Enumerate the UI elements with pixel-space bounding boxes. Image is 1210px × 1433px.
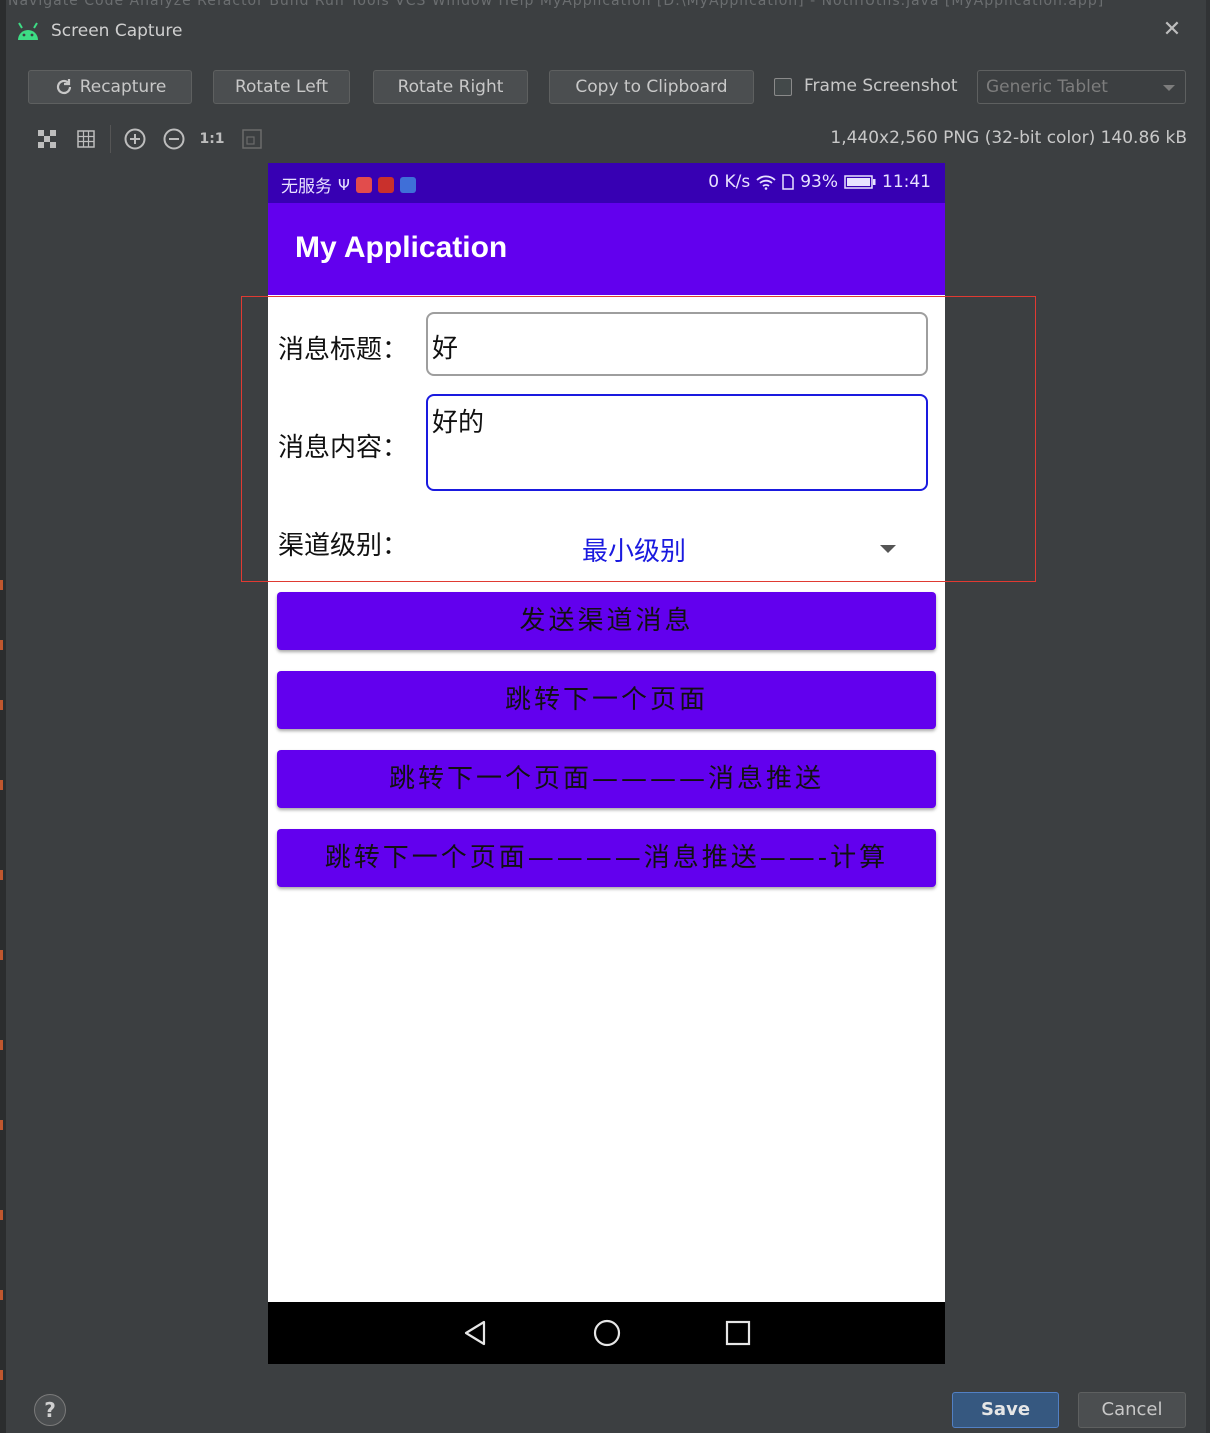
device-select-value: Generic Tablet <box>986 77 1108 97</box>
dialog-titlebar: Screen Capture ✕ <box>6 8 1206 58</box>
actual-size-label: 1:1 <box>199 131 225 147</box>
network-speed: 0 K/s <box>708 172 751 192</box>
next-page-button[interactable]: 跳转下一个页面 <box>277 671 936 729</box>
battery-icon <box>844 175 876 189</box>
rotate-right-button[interactable]: Rotate Right <box>373 70 528 104</box>
battery-percent: 93% <box>800 172 838 192</box>
save-label: Save <box>980 1399 1031 1420</box>
home-icon[interactable] <box>592 1318 622 1348</box>
recents-icon[interactable] <box>723 1318 753 1348</box>
next-page-push-button[interactable]: 跳转下一个页面————消息推送 <box>277 750 936 808</box>
usb-icon: Ψ <box>338 175 350 194</box>
dialog-title: Screen Capture <box>51 21 183 41</box>
device-select[interactable]: Generic Tablet <box>977 70 1186 104</box>
cancel-button[interactable]: Cancel <box>1078 1392 1186 1428</box>
status-bar: 无服务 Ψ 0 K/s 93% 11:41 <box>268 163 945 203</box>
button-label: 跳转下一个页面————消息推送 <box>388 764 824 794</box>
cancel-label: Cancel <box>1101 1399 1163 1420</box>
rotate-left-label: Rotate Left <box>234 77 329 97</box>
save-button[interactable]: Save <box>952 1392 1059 1428</box>
close-icon[interactable]: ✕ <box>1160 18 1184 42</box>
grid-icon[interactable] <box>75 128 97 150</box>
button-label: 发送渠道消息 <box>519 606 694 636</box>
app-notification-icon <box>377 176 394 193</box>
ide-menu-strip: Navigate Code Analyze Refactor Build Run… <box>0 0 1210 8</box>
highlight-box <box>241 296 1036 582</box>
fit-icon[interactable] <box>241 128 263 150</box>
next-page-push-calc-button[interactable]: 跳转下一个页面————消息推送——-计算 <box>277 829 936 887</box>
recapture-button[interactable]: Recapture <box>28 70 192 104</box>
copy-to-clipboard-button[interactable]: Copy to Clipboard <box>549 70 754 104</box>
actual-size-icon[interactable]: 1:1 <box>199 128 225 150</box>
wifi-icon <box>756 175 776 190</box>
ide-right-edge <box>1206 0 1210 1433</box>
ide-menu-text: Navigate Code Analyze Refactor Build Run… <box>8 0 1105 8</box>
app-title: My Application <box>295 231 508 264</box>
button-label: 跳转下一个页面————消息推送——-计算 <box>324 843 889 873</box>
navigation-bar <box>268 1302 945 1364</box>
back-icon[interactable] <box>460 1318 490 1348</box>
frame-screenshot-label: Frame Screenshot <box>804 76 958 96</box>
zoom-out-icon[interactable] <box>163 128 185 150</box>
checker-icon[interactable] <box>36 128 58 150</box>
refresh-icon <box>56 79 71 95</box>
image-info: 1,440x2,560 PNG (32-bit color) 140.86 kB <box>830 128 1187 148</box>
recapture-label: Recapture <box>79 77 167 97</box>
android-icon <box>18 22 38 40</box>
app-notification-icon <box>399 176 416 193</box>
frame-screenshot-checkbox[interactable] <box>774 78 792 96</box>
toolbar-separator <box>110 125 111 153</box>
sim-icon <box>782 174 794 190</box>
zoom-in-icon[interactable] <box>124 128 146 150</box>
rotate-right-label: Rotate Right <box>397 77 504 97</box>
copy-label: Copy to Clipboard <box>575 77 728 97</box>
button-label: 跳转下一个页面 <box>504 685 708 715</box>
carrier-text: 无服务 <box>281 177 332 197</box>
app-bar: My Application <box>268 203 945 295</box>
chevron-down-icon <box>1163 85 1175 91</box>
clock: 11:41 <box>882 172 931 192</box>
app-notification-icon <box>355 176 372 193</box>
rotate-left-button[interactable]: Rotate Left <box>213 70 350 104</box>
help-icon: ? <box>44 1398 56 1422</box>
help-button[interactable]: ? <box>34 1394 66 1426</box>
send-channel-message-button[interactable]: 发送渠道消息 <box>277 592 936 650</box>
